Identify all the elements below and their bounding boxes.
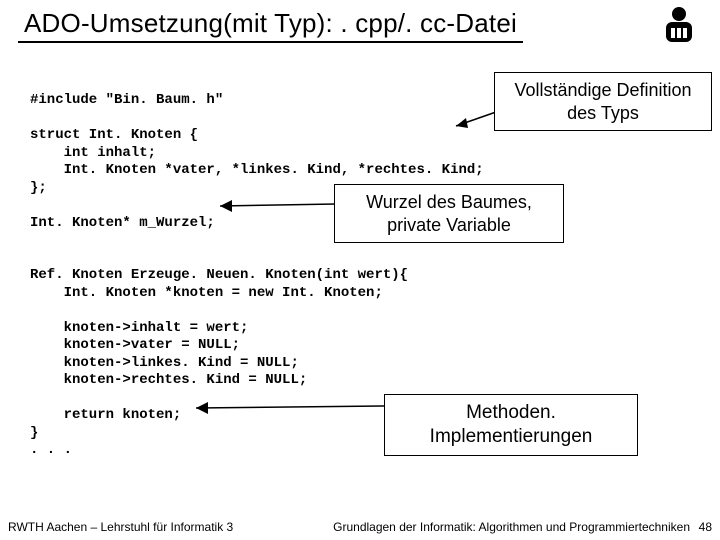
- person-icon: [662, 6, 696, 51]
- footer-left: RWTH Aachen – Lehrstuhl für Informatik 3: [8, 520, 233, 534]
- slide-title: ADO-Umsetzung(mit Typ): . cpp/. cc-Datei: [18, 8, 523, 43]
- callout-type-definition: Vollständige Definition des Typs: [494, 72, 712, 131]
- callout-method-implementations: Methoden. Implementierungen: [384, 394, 638, 456]
- footer-page-number: 48: [699, 520, 712, 534]
- callout-root-variable: Wurzel des Baumes, private Variable: [334, 184, 564, 243]
- footer-right: Grundlagen der Informatik: Algorithmen u…: [333, 520, 690, 534]
